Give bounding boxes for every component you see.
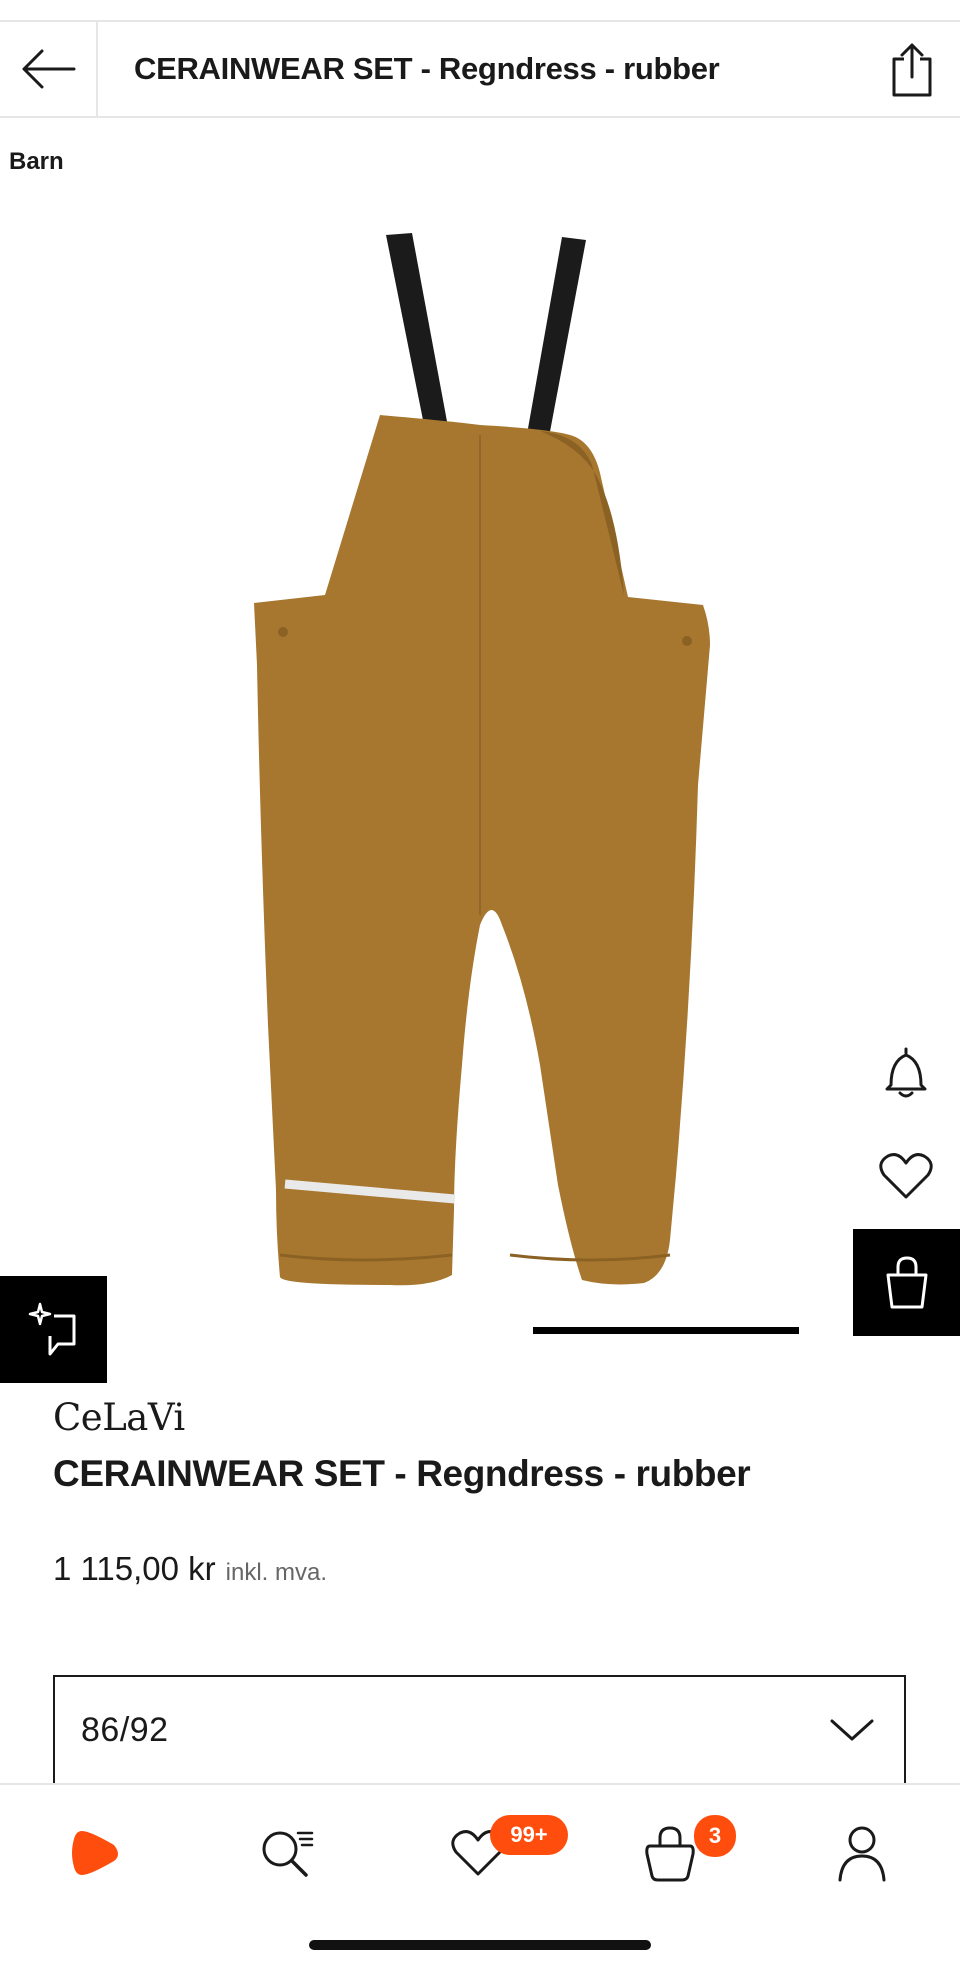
wishlist-count-badge: 99+ (490, 1815, 568, 1855)
product-image[interactable] (240, 225, 720, 1335)
image-carousel-indicator (533, 1327, 799, 1334)
header-title: CERAINWEAR SET - Regndress - rubber (134, 51, 720, 86)
bell-icon (885, 1047, 927, 1098)
left-strap (386, 233, 451, 445)
add-to-bag-button[interactable] (853, 1229, 960, 1336)
vat-note: inkl. mva. (225, 1559, 328, 1586)
notify-button[interactable] (870, 1036, 942, 1108)
price: 1 115,00 kr (53, 1550, 216, 1587)
back-button[interactable] (0, 21, 98, 117)
snap-right (682, 636, 692, 646)
category-label: Barn (9, 148, 64, 175)
arrow-left-icon (22, 49, 76, 89)
pants-body (254, 415, 710, 1286)
product-title: CERAINWEAR SET - Regndress - rubber (53, 1453, 751, 1494)
bag-icon (645, 1826, 695, 1882)
app-header: CERAINWEAR SET - Regndress - rubber (0, 21, 960, 118)
chevron-down-icon (830, 1719, 874, 1741)
nav-profile[interactable] (814, 1813, 910, 1893)
size-selector[interactable]: 86/92 (53, 1675, 906, 1785)
size-selected-value: 86/92 (81, 1710, 169, 1749)
home-indicator[interactable] (309, 1940, 651, 1950)
search-icon (262, 1831, 314, 1877)
sparkle-similar-icon (28, 1302, 75, 1355)
nav-search[interactable] (240, 1813, 336, 1893)
user-icon (838, 1826, 886, 1882)
right-strap (524, 237, 586, 453)
bag-count-badge: 3 (694, 1815, 736, 1857)
snap-left (278, 627, 288, 637)
brand-name[interactable]: CeLaVi (53, 1396, 185, 1439)
nav-home[interactable] (48, 1813, 144, 1893)
share-button[interactable] (864, 21, 960, 117)
share-icon (892, 43, 932, 97)
product-page: CERAINWEAR SET - Regndress - rubber Barn (0, 0, 960, 1969)
zalando-logo-icon (72, 1831, 118, 1875)
price-row: 1 115,00 kr inkl. mva. (53, 1550, 327, 1588)
find-similar-button[interactable] (0, 1276, 107, 1383)
wishlist-button[interactable] (870, 1140, 942, 1212)
heart-icon (879, 1153, 933, 1199)
shopping-bag-icon (886, 1255, 927, 1308)
